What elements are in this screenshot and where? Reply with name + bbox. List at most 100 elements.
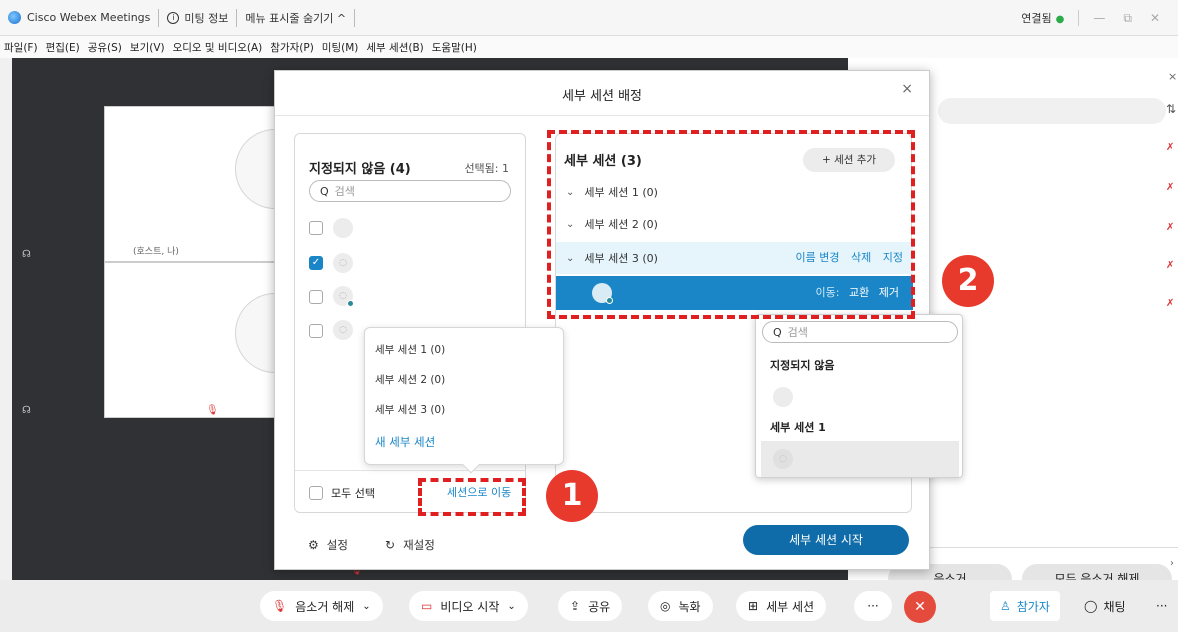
menu-edit[interactable]: 편집(E) xyxy=(46,40,80,55)
window-controls: 연결됨 ● — ⧉ ✕ xyxy=(1021,0,1178,36)
share-icon: ⇪ xyxy=(570,599,581,613)
tile-name-bar: (호스트, 나) xyxy=(13,243,289,261)
checkbox-icon xyxy=(309,486,323,500)
hide-menu-label: 메뉴 표시줄 숨기기 ^ xyxy=(245,11,347,25)
mic-muted-icon: ✗ xyxy=(1166,182,1175,193)
mic-muted-icon: ✗ xyxy=(1166,260,1175,271)
selected-count: 선택됨: 1 xyxy=(464,162,509,175)
menu-file[interactable]: 파일(F) xyxy=(4,40,38,55)
panel-search-field[interactable] xyxy=(938,98,1166,124)
annotation-box-2 xyxy=(547,130,915,319)
reset-button[interactable]: ↻ 재설정 xyxy=(385,537,435,553)
unassigned-search-input[interactable]: Q 검색 xyxy=(309,180,511,202)
group-session-heading: 세부 세션 1 xyxy=(770,421,826,434)
mic-muted-icon: 🎙 xyxy=(206,405,219,416)
search-placeholder: 검색 xyxy=(334,185,355,198)
breakout-label: 세부 세션 xyxy=(766,599,815,614)
dialog-close-button[interactable]: × xyxy=(901,81,913,97)
meeting-info-button[interactable]: i 미팅 정보 xyxy=(159,8,238,27)
select-all-checkbox[interactable]: 모두 선택 xyxy=(309,485,375,501)
end-meeting-button[interactable]: ✕ xyxy=(904,591,936,623)
new-session-link[interactable]: 새 세부 세션 xyxy=(375,434,435,450)
chat-icon: ◯ xyxy=(1084,599,1098,613)
connection-label: 연결됨 xyxy=(1021,12,1052,25)
meeting-toolbar: 🎙 음소거 해제 ⌄ ▭ 비디오 시작 ⌄ ⇪ 공유 ◎ 녹화 ⊞ 세부 세션 … xyxy=(0,580,1178,632)
start-video-button[interactable]: ▭ 비디오 시작 ⌄ xyxy=(409,591,528,621)
mic-muted-icon: 🎙 xyxy=(272,599,288,613)
close-panel-icon[interactable]: × xyxy=(1168,70,1177,83)
record-label: 녹화 xyxy=(678,599,701,614)
chevron-right-icon[interactable]: › xyxy=(1170,558,1174,569)
menu-participants[interactable]: 참가자(P) xyxy=(270,40,314,55)
mic-muted-icon: ✗ xyxy=(1166,222,1175,233)
meeting-info-label: 미팅 정보 xyxy=(184,11,229,25)
share-button[interactable]: ⇪ 공유 xyxy=(558,591,623,621)
dropdown-session-1[interactable]: 세부 세션 1 (0) xyxy=(375,342,445,357)
participants-label: 참가자 xyxy=(1016,599,1050,614)
chat-label: 채팅 xyxy=(1103,599,1126,614)
record-icon: ◎ xyxy=(660,599,671,613)
menu-breakout[interactable]: 세부 세션(B) xyxy=(366,40,423,55)
more-panels-button[interactable]: ··· xyxy=(1146,591,1177,621)
annotation-badge-1: 1 xyxy=(546,470,598,522)
video-tile-host[interactable]: (호스트, 나) xyxy=(104,106,315,262)
webex-logo-icon xyxy=(8,11,21,24)
connection-status: 연결됨 ● xyxy=(1021,10,1064,26)
participant-avatar: ◌ xyxy=(773,449,793,469)
hide-menu-button[interactable]: 메뉴 표시줄 숨기기 ^ xyxy=(237,8,356,27)
participant-checkbox[interactable] xyxy=(309,290,323,304)
participant-avatar: ◌ xyxy=(333,253,353,273)
close-window-button[interactable]: ✕ xyxy=(1150,11,1160,25)
refresh-icon: ↻ xyxy=(385,538,396,552)
participant-checkbox[interactable] xyxy=(309,324,323,338)
maximize-button[interactable]: ⧉ xyxy=(1123,11,1132,26)
participant-avatar: ◌ xyxy=(333,320,353,340)
share-label: 공유 xyxy=(588,599,611,614)
record-button[interactable]: ◎ 녹화 xyxy=(648,591,713,621)
swap-popover: Q 검색 지정되지 않음 세부 세션 1 ◌ xyxy=(755,314,963,478)
select-all-label: 모두 선택 xyxy=(331,487,375,500)
title-bar: Cisco Webex Meetings i 미팅 정보 메뉴 표시줄 숨기기 … xyxy=(0,0,1178,36)
more-options-button[interactable]: ··· xyxy=(854,591,892,621)
participants-icon: ♙ xyxy=(1000,599,1011,613)
annotation-badge-2: 2 xyxy=(942,255,994,307)
menu-help[interactable]: 도움말(H) xyxy=(432,40,477,55)
host-label: (호스트, 나) xyxy=(133,247,179,257)
menu-share[interactable]: 공유(S) xyxy=(88,40,122,55)
participant-checkbox[interactable] xyxy=(309,221,323,235)
divider xyxy=(295,470,525,471)
participants-tab[interactable]: ♙ 참가자 xyxy=(990,591,1060,621)
settings-button[interactable]: ⚙ 설정 xyxy=(308,537,348,553)
menu-audio-video[interactable]: 오디오 및 비디오(A) xyxy=(173,40,263,55)
divider xyxy=(275,115,929,116)
participant-checkbox[interactable]: ✓ xyxy=(309,256,323,270)
start-breakout-button[interactable]: 세부 세션 시작 xyxy=(743,525,909,555)
menu-meeting[interactable]: 미팅(M) xyxy=(322,40,359,55)
swap-candidate-row[interactable]: ◌ xyxy=(761,441,959,477)
search-placeholder: 검색 xyxy=(787,326,808,339)
search-icon: Q xyxy=(320,184,329,198)
swap-search-input[interactable]: Q 검색 xyxy=(762,321,958,343)
sort-icon[interactable]: ⇅ xyxy=(1166,102,1176,116)
dropdown-session-2[interactable]: 세부 세션 2 (0) xyxy=(375,372,445,387)
breakout-icon: ⊞ xyxy=(748,599,759,613)
chat-tab[interactable]: ◯ 채팅 xyxy=(1074,591,1136,621)
menu-view[interactable]: 보기(V) xyxy=(130,40,165,55)
participant-avatar xyxy=(773,387,793,407)
group-unassigned-heading: 지정되지 않음 xyxy=(770,359,835,372)
start-video-label: 비디오 시작 xyxy=(440,599,500,614)
search-icon: Q xyxy=(773,325,782,339)
video-off-icon: ▭ xyxy=(421,599,433,613)
settings-label: 설정 xyxy=(326,538,348,552)
video-tile-participant[interactable] xyxy=(104,262,315,418)
swap-candidate-row[interactable] xyxy=(761,379,959,415)
unmute-button[interactable]: 🎙 음소거 해제 ⌄ xyxy=(260,591,383,621)
dropdown-session-3[interactable]: 세부 세션 3 (0) xyxy=(375,402,445,417)
breakout-button[interactable]: ⊞ 세부 세션 xyxy=(736,591,827,621)
mic-muted-icon: ✗ xyxy=(1166,142,1175,153)
app-title: Cisco Webex Meetings xyxy=(0,8,160,27)
headset-icon: ☊ xyxy=(22,405,31,416)
move-to-session-dropdown: 세부 세션 1 (0) 세부 세션 2 (0) 세부 세션 3 (0) 새 세부… xyxy=(364,327,564,474)
unassigned-title: 지정되지 않음 (4) xyxy=(309,162,411,177)
minimize-button[interactable]: — xyxy=(1093,11,1105,25)
